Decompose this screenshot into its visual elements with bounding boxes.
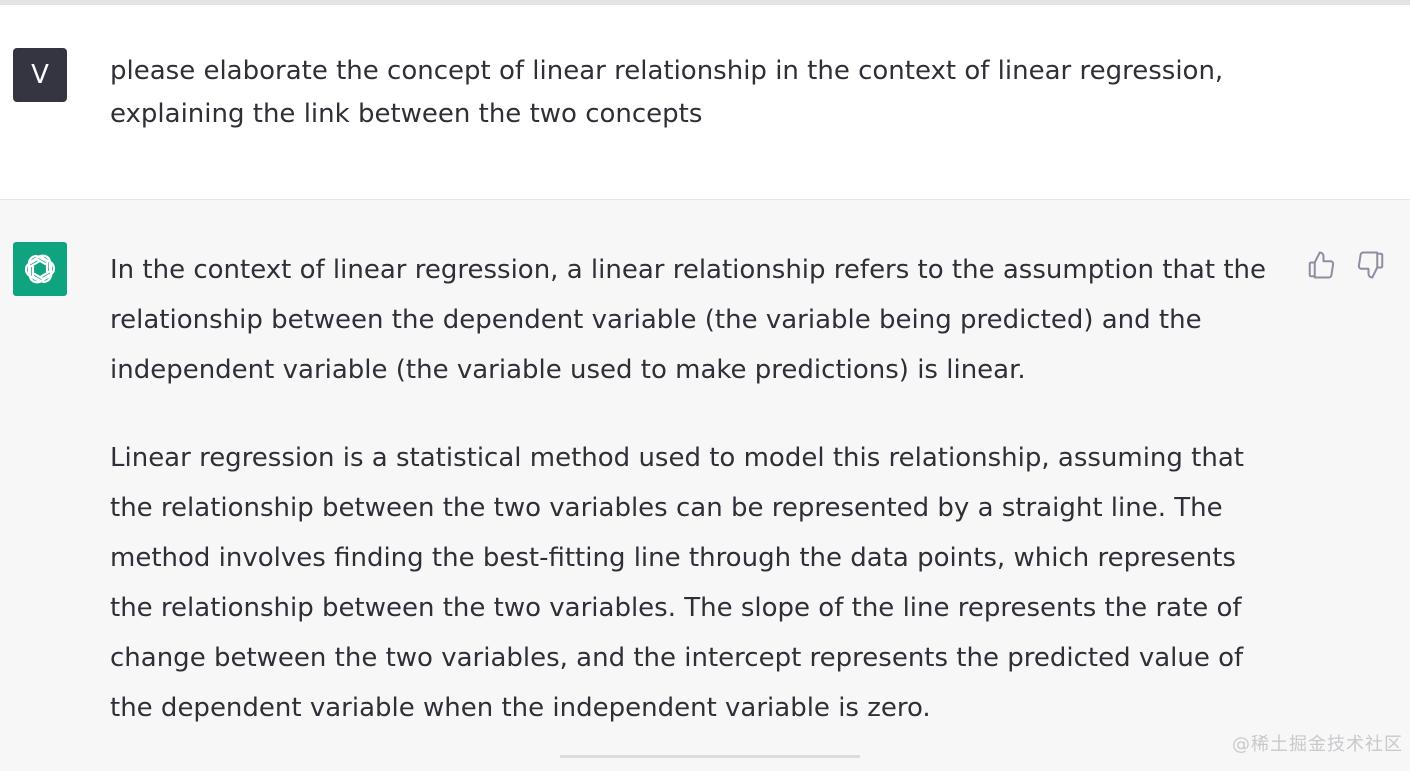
assistant-paragraph-2: Linear regression is a statistical metho… [110, 443, 1244, 723]
user-avatar: V [13, 48, 67, 102]
like-button[interactable] [1306, 250, 1342, 286]
dislike-button[interactable] [1356, 250, 1392, 286]
thumbs-down-icon [1357, 251, 1384, 279]
watermark-text: @稀土掘金技术社区 [1232, 734, 1403, 755]
user-message-text: please elaborate the concept of linear r… [110, 56, 1224, 129]
assistant-message-text: In the context of linear regression, a l… [110, 245, 1280, 771]
openai-logo-icon [24, 254, 56, 284]
thumbs-up-icon [1308, 251, 1335, 279]
assistant-avatar [13, 242, 67, 296]
assistant-paragraph-1: In the context of linear regression, a l… [110, 255, 1266, 385]
assistant-message-row: In the context of linear regression, a l… [0, 200, 1410, 758]
user-message-row: V please elaborate the concept of linear… [0, 5, 1410, 200]
